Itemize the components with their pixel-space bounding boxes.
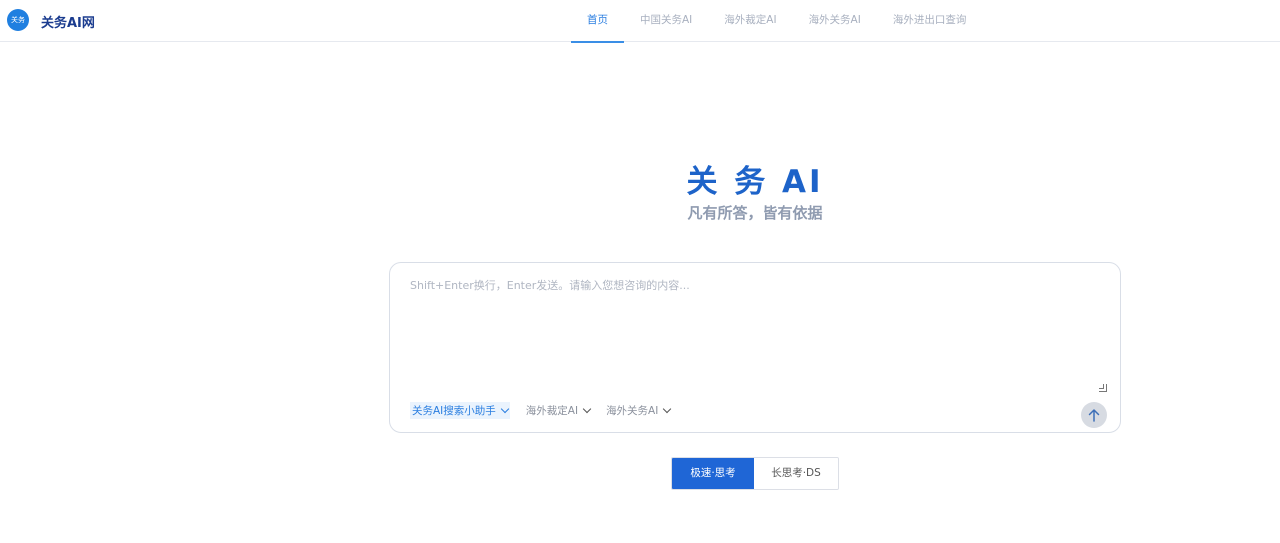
nav-home[interactable]: 首页: [571, 0, 624, 43]
assistant-select-search[interactable]: 关务AI搜索小助手: [410, 402, 510, 419]
assistant-select-ruling[interactable]: 海外裁定AI: [525, 403, 592, 418]
nav-overseas-ruling-ai[interactable]: 海外裁定AI: [708, 0, 792, 42]
assistant-select-label: 海外关务AI: [606, 405, 659, 417]
nav-china-customs-ai[interactable]: 中国关务AI: [624, 0, 708, 42]
logo-icon[interactable]: 关务: [7, 9, 29, 31]
chevron-down-icon: [663, 404, 672, 414]
mode-long-thinking-ds[interactable]: 长思考·DS: [754, 458, 838, 489]
page-title: 关 务 AI: [686, 164, 824, 200]
nav-overseas-customs-ai[interactable]: 海外关务AI: [793, 0, 877, 42]
arrow-up-icon: [1088, 409, 1100, 422]
page-subtitle: 凡有所答，皆有依据: [687, 204, 823, 222]
main-nav: 首页 中国关务AI 海外裁定AI 海外关务AI 海外进出口查询: [571, 0, 983, 43]
assistant-select-customs[interactable]: 海外关务AI: [606, 403, 672, 418]
send-button[interactable]: [1081, 402, 1107, 428]
chat-input-card: 关务AI搜索小助手 海外裁定AI 海外关务AI: [389, 262, 1121, 433]
nav-overseas-trade-query[interactable]: 海外进出口查询: [877, 0, 983, 42]
logo-text: 关务: [11, 16, 25, 24]
mode-fast-thinking[interactable]: 极速·思考: [672, 458, 754, 489]
chevron-down-icon: [582, 404, 592, 414]
chevron-down-icon: [500, 404, 510, 414]
resize-handle-icon[interactable]: [1099, 384, 1107, 392]
thinking-mode-toggle: 极速·思考 长思考·DS: [671, 457, 839, 490]
assistant-select-label: 海外裁定AI: [525, 405, 579, 417]
brand-name[interactable]: 关务AI网: [41, 12, 95, 31]
assistant-selector-bar: 关务AI搜索小助手 海外裁定AI 海外关务AI: [410, 402, 686, 419]
question-input[interactable]: [410, 277, 1106, 393]
assistant-select-label: 关务AI搜索小助手: [412, 405, 496, 417]
top-header: 关务 关务AI网 首页 中国关务AI 海外裁定AI 海外关务AI 海外进出口查询: [0, 0, 1280, 43]
